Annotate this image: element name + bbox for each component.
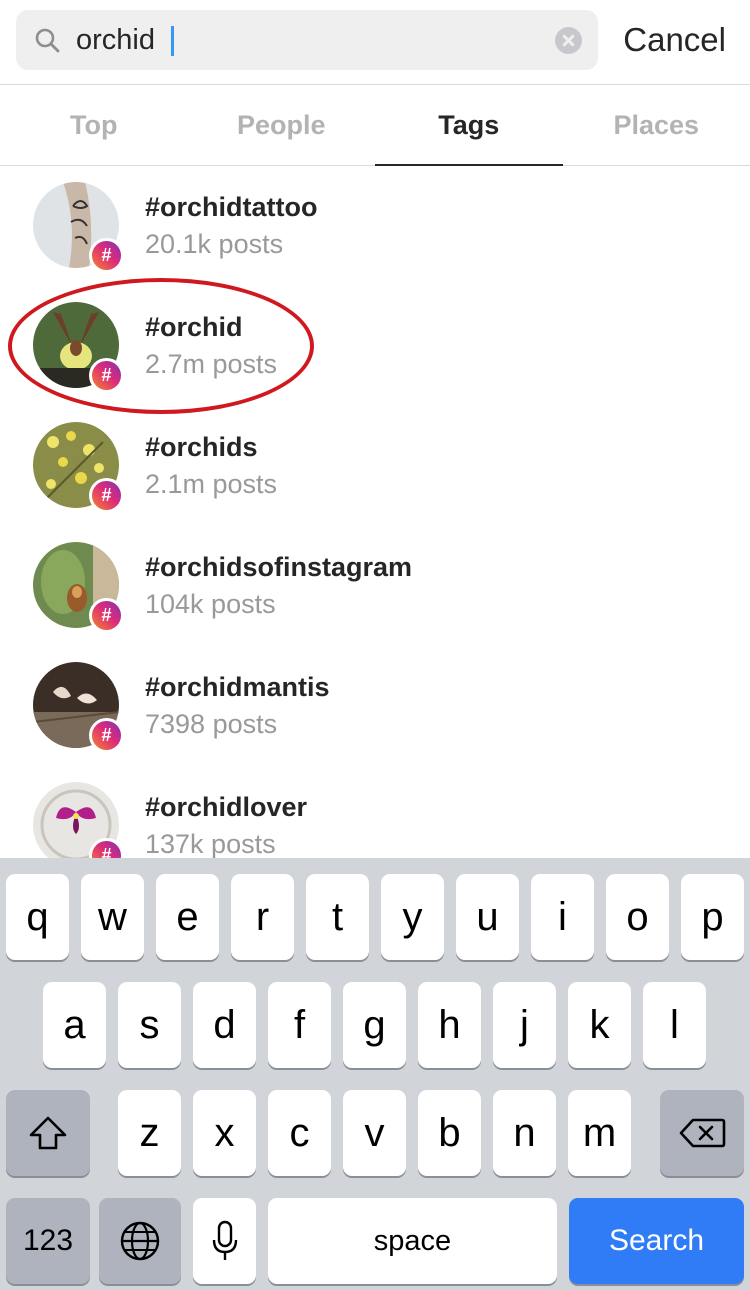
tag-name: #orchidsofinstagram (145, 552, 413, 582)
key-w[interactable]: w (81, 874, 144, 960)
tag-post-count: 2.1m posts (145, 469, 278, 499)
hashtag-badge-icon: # (89, 478, 124, 513)
clear-search-icon[interactable] (555, 27, 582, 54)
key-c[interactable]: c (268, 1090, 331, 1176)
key-a[interactable]: a (43, 982, 106, 1068)
tag-result-row[interactable]: # #orchid 2.7m posts (0, 286, 750, 406)
key-z[interactable]: z (118, 1090, 181, 1176)
hashtag-badge-icon: # (89, 598, 124, 633)
hashtag-badge-icon: # (89, 718, 124, 753)
search-input[interactable]: orchid (76, 10, 155, 70)
key-b[interactable]: b (418, 1090, 481, 1176)
search-icon (34, 27, 60, 53)
tag-result-row[interactable]: # #orchidlover 137k posts (0, 766, 750, 858)
tag-result-row[interactable]: # #orchidmantis 7398 posts (0, 646, 750, 766)
key-o[interactable]: o (606, 874, 669, 960)
key-p[interactable]: p (681, 874, 744, 960)
search-key[interactable]: Search (569, 1198, 744, 1284)
numbers-key[interactable]: 123 (6, 1198, 90, 1284)
key-k[interactable]: k (568, 982, 631, 1068)
tag-result-row[interactable]: # #orchidtattoo 20.1k posts (0, 166, 750, 286)
key-l[interactable]: l (643, 982, 706, 1068)
key-q[interactable]: q (6, 874, 69, 960)
tag-post-count: 2.7m posts (145, 349, 278, 379)
tab-people[interactable]: People (188, 85, 376, 165)
dictation-key[interactable] (193, 1198, 256, 1284)
tag-name: #orchidlover (145, 792, 308, 822)
key-r[interactable]: r (231, 874, 294, 960)
tag-post-count: 104k posts (145, 589, 276, 619)
key-y[interactable]: y (381, 874, 444, 960)
key-u[interactable]: u (456, 874, 519, 960)
shift-key[interactable] (6, 1090, 90, 1176)
key-f[interactable]: f (268, 982, 331, 1068)
tab-tags[interactable]: Tags (375, 85, 563, 166)
globe-key[interactable] (99, 1198, 181, 1284)
space-key[interactable]: space (268, 1198, 557, 1284)
tag-name: #orchid (145, 312, 243, 342)
key-s[interactable]: s (118, 982, 181, 1068)
backspace-key[interactable] (660, 1090, 744, 1176)
key-n[interactable]: n (493, 1090, 556, 1176)
hashtag-badge-icon: # (89, 238, 124, 273)
search-tabs: Top People Tags Places (0, 84, 750, 166)
microphone-icon (212, 1220, 237, 1260)
tag-name: #orchids (145, 432, 258, 462)
key-v[interactable]: v (343, 1090, 406, 1176)
key-d[interactable]: d (193, 982, 256, 1068)
cancel-button[interactable]: Cancel (623, 0, 726, 80)
tag-result-row[interactable]: # #orchidsofinstagram 104k posts (0, 526, 750, 646)
hashtag-badge-icon: # (89, 358, 124, 393)
key-j[interactable]: j (493, 982, 556, 1068)
text-caret (171, 26, 174, 56)
key-g[interactable]: g (343, 982, 406, 1068)
tag-post-count: 7398 posts (145, 709, 278, 739)
key-x[interactable]: x (193, 1090, 256, 1176)
backspace-icon (679, 1118, 726, 1148)
tag-results-list: # #orchidtattoo 20.1k posts # #orchid 2.… (0, 166, 750, 858)
globe-icon (120, 1221, 160, 1261)
key-t[interactable]: t (306, 874, 369, 960)
tag-name: #orchidtattoo (145, 192, 318, 222)
key-i[interactable]: i (531, 874, 594, 960)
tab-places[interactable]: Places (563, 85, 750, 165)
key-h[interactable]: h (418, 982, 481, 1068)
key-m[interactable]: m (568, 1090, 631, 1176)
shift-icon (29, 1116, 67, 1150)
keyboard: q w e r t y u i o p a s d f g h j k l z … (0, 858, 750, 1290)
tag-post-count: 137k posts (145, 829, 276, 858)
key-e[interactable]: e (156, 874, 219, 960)
tab-top[interactable]: Top (0, 85, 188, 165)
tag-name: #orchidmantis (145, 672, 330, 702)
tag-result-row[interactable]: # #orchids 2.1m posts (0, 406, 750, 526)
search-bar[interactable]: orchid (16, 10, 598, 70)
tag-post-count: 20.1k posts (145, 229, 284, 259)
